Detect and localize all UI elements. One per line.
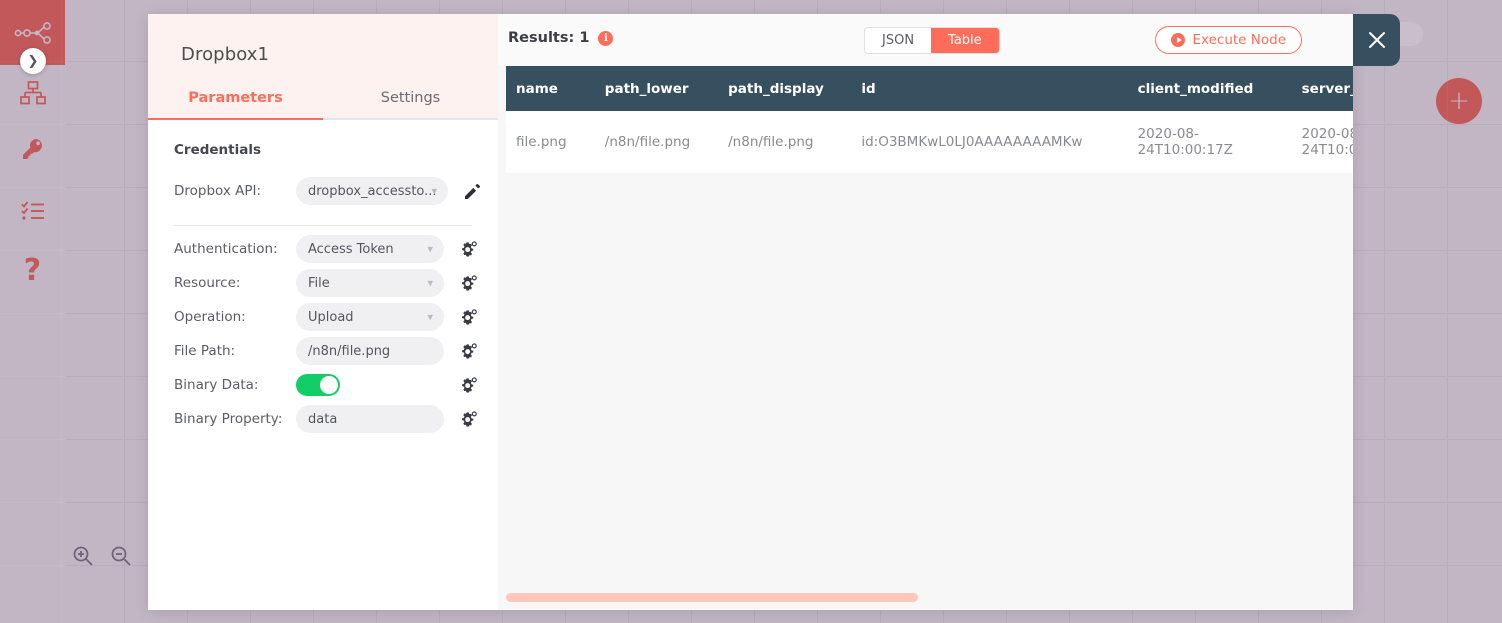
execute-node-button[interactable]: Execute Node	[1155, 26, 1302, 54]
results-horizontal-scrollbar[interactable]	[506, 593, 918, 602]
parameter-row-resource: Resource: File ▾	[174, 266, 498, 300]
chevron-right-icon[interactable]: ❯	[20, 48, 46, 74]
chevron-down-icon: ▾	[427, 276, 433, 290]
gear-options-icon[interactable]	[460, 410, 477, 428]
view-mode-table[interactable]: Table	[931, 28, 999, 53]
gear-options-icon[interactable]	[460, 274, 477, 292]
credential-label: Dropbox API:	[174, 183, 262, 199]
parameters-body: Credentials Dropbox API: dropbox_accesst…	[148, 120, 498, 610]
results-count: Results: 1 i	[508, 30, 614, 46]
play-circle-icon	[1171, 33, 1186, 47]
info-icon[interactable]: i	[598, 30, 614, 46]
view-mode-toggle: JSON Table	[864, 27, 1000, 54]
credential-select[interactable]: dropbox_accessto... ▾	[296, 177, 448, 205]
binary-property-input[interactable]: data	[296, 405, 444, 433]
parameter-row-file-path: File Path: /n8n/file.png	[174, 334, 498, 368]
results-count-label: Results: 1	[508, 30, 590, 46]
cell-path-lower: /n8n/file.png	[594, 111, 719, 173]
gear-options-icon[interactable]	[460, 240, 477, 258]
column-header-client-modified[interactable]: client_modified	[1127, 66, 1292, 111]
chevron-down-icon: ▾	[431, 184, 437, 198]
gear-options-icon[interactable]	[460, 342, 477, 360]
table-header-row: name path_lower path_display id client_m…	[506, 66, 1353, 111]
parameters-pane-header: Dropbox1 Parameters Settings	[148, 14, 498, 120]
parameter-label: Resource:	[174, 275, 241, 291]
gear-options-icon[interactable]	[460, 308, 477, 326]
chevron-down-icon: ▾	[427, 310, 433, 324]
parameters-pane: Dropbox1 Parameters Settings Credentials…	[148, 14, 498, 610]
parameter-row-binary-property: Binary Property: data	[174, 402, 498, 436]
parameter-row-operation: Operation: Upload ▾	[174, 300, 498, 334]
column-header-name[interactable]: name	[506, 66, 595, 111]
execute-node-label: Execute Node	[1192, 32, 1286, 48]
credentials-section-title: Credentials	[174, 142, 262, 158]
chevron-down-icon: ▾	[427, 242, 433, 256]
operation-select[interactable]: Upload ▾	[296, 303, 444, 331]
parameter-label: Binary Property:	[174, 411, 283, 427]
page-title: Dropbox1	[181, 44, 270, 65]
parameter-label: Authentication:	[174, 241, 278, 257]
parameter-value: /n8n/file.png	[308, 343, 391, 359]
parameter-label: Binary Data:	[174, 377, 259, 393]
file-path-input[interactable]: /n8n/file.png	[296, 337, 444, 365]
column-header-id[interactable]: id	[851, 66, 1128, 111]
parameter-row-binary-data: Binary Data:	[174, 368, 498, 402]
close-button[interactable]	[1353, 14, 1400, 66]
tab-settings[interactable]: Settings	[323, 78, 498, 120]
view-mode-json[interactable]: JSON	[865, 28, 932, 53]
gear-options-icon[interactable]	[460, 376, 477, 394]
cell-path-display: /n8n/file.png	[718, 111, 852, 173]
credential-row: Dropbox API: dropbox_accessto... ▾	[174, 174, 498, 208]
parameter-value: Access Token	[308, 241, 394, 257]
column-header-server-modified[interactable]: server_modified	[1291, 66, 1353, 111]
parameter-value: data	[308, 411, 338, 427]
results-pane: Results: 1 i JSON Table Execute Node nam	[498, 14, 1353, 610]
parameter-label: Operation:	[174, 309, 246, 325]
cell-id: id:O3BMKwL0LJ0AAAAAAAAMKw	[851, 111, 1128, 173]
table-row[interactable]: file.png /n8n/file.png /n8n/file.png id:…	[506, 111, 1353, 173]
tab-parameters[interactable]: Parameters	[148, 78, 323, 120]
pencil-icon[interactable]	[464, 183, 481, 200]
results-header: Results: 1 i JSON Table Execute Node	[498, 14, 1353, 66]
results-table-body: file.png /n8n/file.png /n8n/file.png id:…	[506, 111, 1353, 173]
cell-client-modified: 2020-08-24T10:00:17Z	[1127, 111, 1292, 173]
close-icon	[1366, 29, 1388, 51]
parameters-tabs: Parameters Settings	[148, 78, 498, 120]
cell-server-modified: 2020-08-24T10:00:17Z	[1291, 111, 1353, 173]
parameter-row-authentication: Authentication: Access Token ▾	[174, 232, 498, 266]
node-detail-view: Dropbox1 Parameters Settings Credentials…	[148, 14, 1353, 610]
binary-data-toggle[interactable]	[296, 374, 340, 396]
parameter-value: File	[308, 275, 330, 291]
n8n-workflow-app: ❯ Dropbox1 Parameters Settings Credentia…	[0, 0, 1502, 623]
results-table-head: name path_lower path_display id client_m…	[506, 66, 1353, 111]
credential-value: dropbox_accessto...	[308, 183, 437, 199]
parameter-value: Upload	[308, 309, 354, 325]
cell-name: file.png	[506, 111, 595, 173]
results-table-container[interactable]: name path_lower path_display id client_m…	[506, 66, 1353, 576]
authentication-select[interactable]: Access Token ▾	[296, 235, 444, 263]
parameter-label: File Path:	[174, 343, 236, 359]
results-table: name path_lower path_display id client_m…	[506, 66, 1353, 173]
column-header-path-lower[interactable]: path_lower	[594, 66, 719, 111]
column-header-path-display[interactable]: path_display	[718, 66, 852, 111]
resource-select[interactable]: File ▾	[296, 269, 444, 297]
